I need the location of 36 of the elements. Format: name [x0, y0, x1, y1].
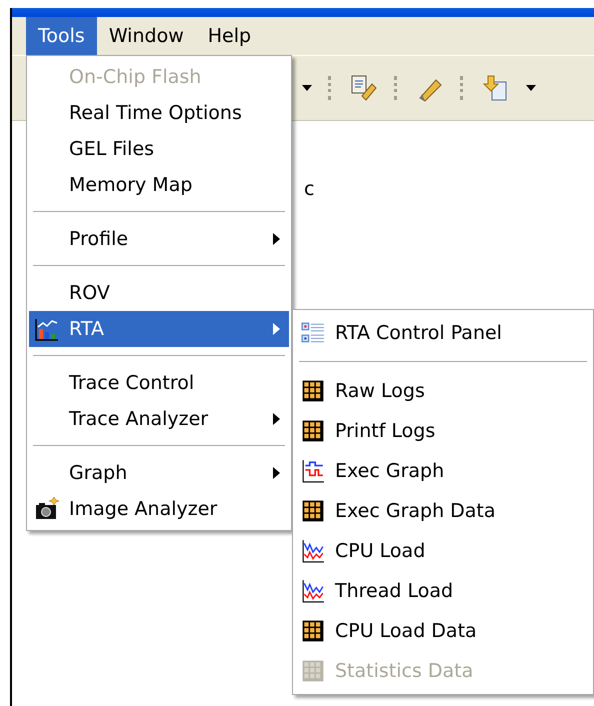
menu-entry[interactable]: RTA Control Panel	[295, 313, 591, 353]
step-graph-icon	[301, 459, 325, 483]
menu-entry[interactable]: ROV	[29, 275, 289, 311]
menu-entry[interactable]: Profile	[29, 221, 289, 257]
menu-entry[interactable]: RTA	[29, 311, 289, 347]
menu-entry[interactable]: Graph	[29, 455, 289, 491]
line-graph-icon	[301, 539, 325, 563]
menu-entry[interactable]: GEL Files	[29, 131, 289, 167]
menu-entry[interactable]: Trace Control	[29, 365, 289, 401]
menu-item[interactable]: Tools	[26, 17, 97, 55]
caret-icon	[526, 85, 536, 91]
menu-entry[interactable]: Memory Map	[29, 167, 289, 203]
bar-chart-icon	[35, 317, 59, 341]
menu-entry[interactable]: Exec Graph	[295, 451, 591, 491]
editor-text: c	[304, 178, 314, 200]
caret-icon	[302, 85, 312, 91]
list-icon	[301, 321, 325, 345]
menu-entry[interactable]: Thread Load	[295, 571, 591, 611]
menu-entry[interactable]: Image Analyzer	[29, 491, 289, 527]
document-icon[interactable]	[350, 74, 378, 102]
menu-item[interactable]: Help	[196, 17, 264, 55]
menu-entry[interactable]: Real Time Options	[29, 95, 289, 131]
grid-icon	[301, 499, 325, 523]
menu-entry[interactable]: Exec Graph Data	[295, 491, 591, 531]
grid-icon	[301, 619, 325, 643]
line-graph-icon	[301, 579, 325, 603]
camera-icon	[35, 497, 59, 521]
grid-icon	[301, 659, 325, 683]
menu-entry[interactable]: CPU Load	[295, 531, 591, 571]
menu-entry[interactable]: Trace Analyzer	[29, 401, 289, 437]
menu-entry[interactable]: Raw Logs	[295, 371, 591, 411]
grid-icon	[301, 379, 325, 403]
menu-entry[interactable]: CPU Load Data	[295, 611, 591, 651]
menu-item[interactable]: Window	[96, 17, 196, 55]
menu-entry[interactable]: Printf Logs	[295, 411, 591, 451]
grid-icon	[301, 419, 325, 443]
